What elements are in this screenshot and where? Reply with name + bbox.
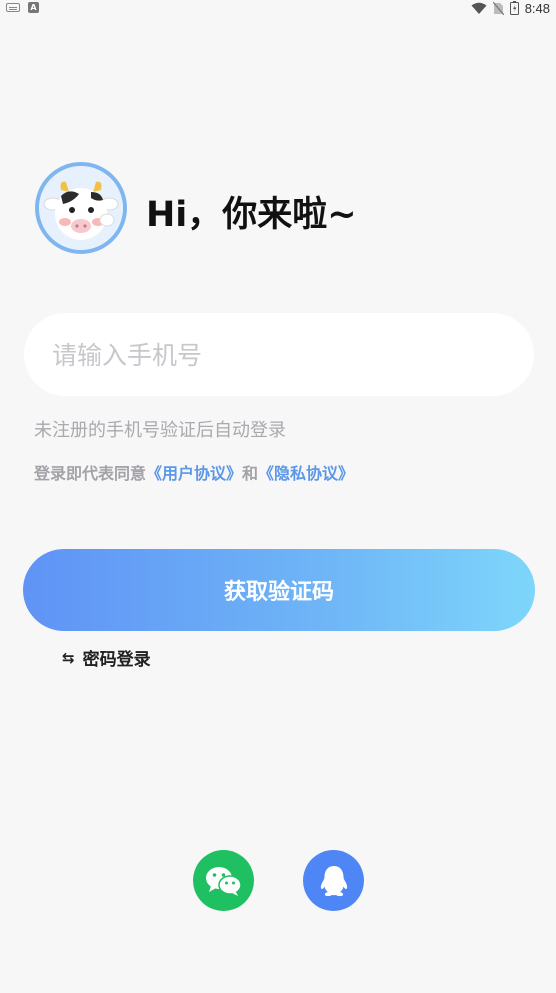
qq-login-button[interactable]	[303, 850, 364, 911]
wechat-login-button[interactable]	[193, 850, 254, 911]
wifi-icon	[471, 2, 487, 14]
battery-icon	[509, 1, 519, 15]
status-time: 8:48	[524, 0, 550, 16]
qq-icon	[320, 865, 347, 896]
accessibility-a-icon: A	[28, 2, 39, 13]
wechat-icon	[205, 866, 242, 896]
agreement-prefix: 登录即代表同意	[34, 464, 147, 483]
greeting-title: Hi，你来啦~	[146, 195, 357, 235]
password-login-link[interactable]: ⇆ 密码登录	[62, 645, 151, 671]
swap-arrows-icon: ⇆	[62, 648, 75, 667]
avatar	[35, 162, 127, 254]
status-bar: A 8:48	[0, 0, 556, 16]
agreement-conjunction: 和	[242, 464, 259, 483]
get-code-button[interactable]: 获取验证码	[23, 549, 535, 631]
password-login-label: 密码登录	[82, 650, 151, 670]
phone-input-container[interactable]	[24, 313, 534, 398]
phone-input[interactable]	[50, 313, 514, 398]
auto-register-hint: 未注册的手机号验证后自动登录	[34, 420, 286, 441]
privacy-policy-link[interactable]: 《隐私协议》	[258, 464, 354, 483]
no-sim-icon	[492, 1, 504, 15]
keyboard-icon	[6, 3, 20, 12]
cow-mascot-icon	[39, 166, 123, 250]
agreement-text: 登录即代表同意《用户协议》和《隐私协议》	[34, 460, 354, 484]
user-agreement-link[interactable]: 《用户协议》	[146, 464, 242, 483]
